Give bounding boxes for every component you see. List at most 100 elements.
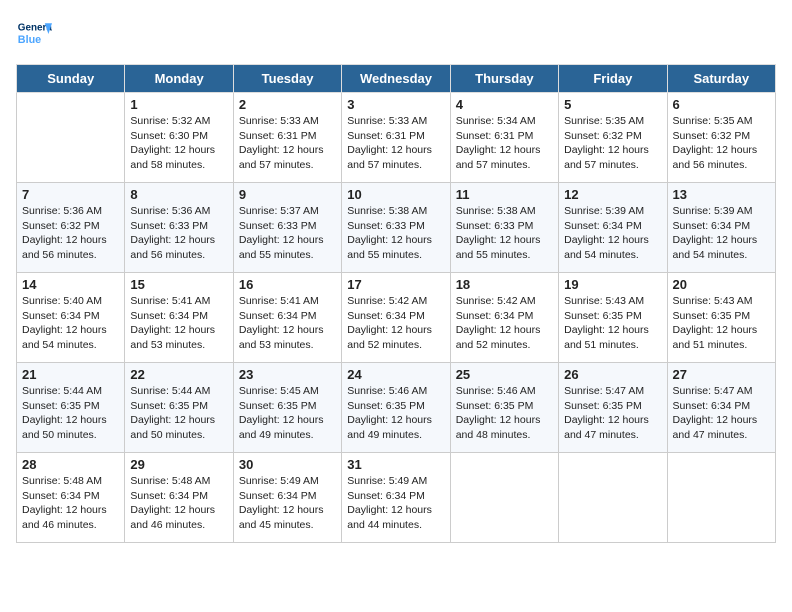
- day-number: 17: [347, 277, 444, 292]
- sunrise-text: Sunrise: 5:41 AM: [239, 294, 336, 309]
- daylight-text: Daylight: 12 hours and 45 minutes.: [239, 503, 336, 532]
- daylight-text: Daylight: 12 hours and 55 minutes.: [456, 233, 553, 262]
- calendar-cell: 23 Sunrise: 5:45 AM Sunset: 6:35 PM Dayl…: [233, 363, 341, 453]
- sunset-text: Sunset: 6:35 PM: [22, 399, 119, 414]
- calendar-cell: 28 Sunrise: 5:48 AM Sunset: 6:34 PM Dayl…: [17, 453, 125, 543]
- daylight-text: Daylight: 12 hours and 52 minutes.: [347, 323, 444, 352]
- sunrise-text: Sunrise: 5:36 AM: [22, 204, 119, 219]
- day-number: 21: [22, 367, 119, 382]
- week-row-1: 1 Sunrise: 5:32 AM Sunset: 6:30 PM Dayli…: [17, 93, 776, 183]
- day-number: 27: [673, 367, 770, 382]
- sunrise-text: Sunrise: 5:41 AM: [130, 294, 227, 309]
- sunset-text: Sunset: 6:34 PM: [456, 309, 553, 324]
- sunrise-text: Sunrise: 5:32 AM: [130, 114, 227, 129]
- calendar-cell: [667, 453, 775, 543]
- sunset-text: Sunset: 6:31 PM: [347, 129, 444, 144]
- calendar-cell: 24 Sunrise: 5:46 AM Sunset: 6:35 PM Dayl…: [342, 363, 450, 453]
- calendar-cell: 25 Sunrise: 5:46 AM Sunset: 6:35 PM Dayl…: [450, 363, 558, 453]
- sunrise-text: Sunrise: 5:46 AM: [347, 384, 444, 399]
- day-number: 12: [564, 187, 661, 202]
- sunrise-text: Sunrise: 5:49 AM: [347, 474, 444, 489]
- daylight-text: Daylight: 12 hours and 53 minutes.: [239, 323, 336, 352]
- daylight-text: Daylight: 12 hours and 57 minutes.: [347, 143, 444, 172]
- calendar-cell: 13 Sunrise: 5:39 AM Sunset: 6:34 PM Dayl…: [667, 183, 775, 273]
- calendar-cell: 22 Sunrise: 5:44 AM Sunset: 6:35 PM Dayl…: [125, 363, 233, 453]
- sunset-text: Sunset: 6:34 PM: [673, 399, 770, 414]
- daylight-text: Daylight: 12 hours and 48 minutes.: [456, 413, 553, 442]
- calendar-cell: 5 Sunrise: 5:35 AM Sunset: 6:32 PM Dayli…: [559, 93, 667, 183]
- calendar-cell: 30 Sunrise: 5:49 AM Sunset: 6:34 PM Dayl…: [233, 453, 341, 543]
- daylight-text: Daylight: 12 hours and 49 minutes.: [239, 413, 336, 442]
- daylight-text: Daylight: 12 hours and 47 minutes.: [564, 413, 661, 442]
- sunset-text: Sunset: 6:34 PM: [130, 489, 227, 504]
- daylight-text: Daylight: 12 hours and 56 minutes.: [130, 233, 227, 262]
- sunset-text: Sunset: 6:35 PM: [673, 309, 770, 324]
- sunrise-text: Sunrise: 5:44 AM: [22, 384, 119, 399]
- sunset-text: Sunset: 6:34 PM: [22, 309, 119, 324]
- sunset-text: Sunset: 6:34 PM: [22, 489, 119, 504]
- sunset-text: Sunset: 6:35 PM: [564, 399, 661, 414]
- daylight-text: Daylight: 12 hours and 47 minutes.: [673, 413, 770, 442]
- sunset-text: Sunset: 6:33 PM: [347, 219, 444, 234]
- day-number: 18: [456, 277, 553, 292]
- sunset-text: Sunset: 6:34 PM: [564, 219, 661, 234]
- calendar-table: SundayMondayTuesdayWednesdayThursdayFrid…: [16, 64, 776, 543]
- daylight-text: Daylight: 12 hours and 56 minutes.: [673, 143, 770, 172]
- calendar-cell: 1 Sunrise: 5:32 AM Sunset: 6:30 PM Dayli…: [125, 93, 233, 183]
- day-header-wednesday: Wednesday: [342, 65, 450, 93]
- sunset-text: Sunset: 6:34 PM: [673, 219, 770, 234]
- sunset-text: Sunset: 6:34 PM: [347, 489, 444, 504]
- sunset-text: Sunset: 6:33 PM: [239, 219, 336, 234]
- daylight-text: Daylight: 12 hours and 57 minutes.: [456, 143, 553, 172]
- sunrise-text: Sunrise: 5:33 AM: [347, 114, 444, 129]
- daylight-text: Daylight: 12 hours and 53 minutes.: [130, 323, 227, 352]
- sunset-text: Sunset: 6:34 PM: [130, 309, 227, 324]
- day-number: 30: [239, 457, 336, 472]
- sunrise-text: Sunrise: 5:48 AM: [130, 474, 227, 489]
- calendar-cell: 11 Sunrise: 5:38 AM Sunset: 6:33 PM Dayl…: [450, 183, 558, 273]
- week-row-2: 7 Sunrise: 5:36 AM Sunset: 6:32 PM Dayli…: [17, 183, 776, 273]
- daylight-text: Daylight: 12 hours and 44 minutes.: [347, 503, 444, 532]
- sunset-text: Sunset: 6:33 PM: [456, 219, 553, 234]
- day-header-tuesday: Tuesday: [233, 65, 341, 93]
- daylight-text: Daylight: 12 hours and 46 minutes.: [130, 503, 227, 532]
- calendar-cell: 6 Sunrise: 5:35 AM Sunset: 6:32 PM Dayli…: [667, 93, 775, 183]
- calendar-cell: 16 Sunrise: 5:41 AM Sunset: 6:34 PM Dayl…: [233, 273, 341, 363]
- sunrise-text: Sunrise: 5:48 AM: [22, 474, 119, 489]
- sunrise-text: Sunrise: 5:49 AM: [239, 474, 336, 489]
- calendar-cell: 26 Sunrise: 5:47 AM Sunset: 6:35 PM Dayl…: [559, 363, 667, 453]
- day-number: 28: [22, 457, 119, 472]
- day-header-friday: Friday: [559, 65, 667, 93]
- day-number: 7: [22, 187, 119, 202]
- day-number: 8: [130, 187, 227, 202]
- sunrise-text: Sunrise: 5:39 AM: [564, 204, 661, 219]
- sunrise-text: Sunrise: 5:45 AM: [239, 384, 336, 399]
- day-number: 24: [347, 367, 444, 382]
- day-number: 11: [456, 187, 553, 202]
- day-header-thursday: Thursday: [450, 65, 558, 93]
- calendar-cell: 29 Sunrise: 5:48 AM Sunset: 6:34 PM Dayl…: [125, 453, 233, 543]
- logo: General Blue: [16, 16, 52, 52]
- calendar-cell: 18 Sunrise: 5:42 AM Sunset: 6:34 PM Dayl…: [450, 273, 558, 363]
- day-header-sunday: Sunday: [17, 65, 125, 93]
- calendar-cell: 21 Sunrise: 5:44 AM Sunset: 6:35 PM Dayl…: [17, 363, 125, 453]
- page-header: General Blue: [16, 16, 776, 52]
- daylight-text: Daylight: 12 hours and 54 minutes.: [564, 233, 661, 262]
- sunrise-text: Sunrise: 5:36 AM: [130, 204, 227, 219]
- calendar-cell: 10 Sunrise: 5:38 AM Sunset: 6:33 PM Dayl…: [342, 183, 450, 273]
- sunset-text: Sunset: 6:35 PM: [456, 399, 553, 414]
- day-header-monday: Monday: [125, 65, 233, 93]
- calendar-cell: 2 Sunrise: 5:33 AM Sunset: 6:31 PM Dayli…: [233, 93, 341, 183]
- sunrise-text: Sunrise: 5:35 AM: [673, 114, 770, 129]
- sunset-text: Sunset: 6:31 PM: [456, 129, 553, 144]
- sunset-text: Sunset: 6:31 PM: [239, 129, 336, 144]
- daylight-text: Daylight: 12 hours and 50 minutes.: [130, 413, 227, 442]
- sunrise-text: Sunrise: 5:34 AM: [456, 114, 553, 129]
- day-number: 23: [239, 367, 336, 382]
- daylight-text: Daylight: 12 hours and 54 minutes.: [22, 323, 119, 352]
- daylight-text: Daylight: 12 hours and 46 minutes.: [22, 503, 119, 532]
- calendar-cell: 14 Sunrise: 5:40 AM Sunset: 6:34 PM Dayl…: [17, 273, 125, 363]
- calendar-cell: 9 Sunrise: 5:37 AM Sunset: 6:33 PM Dayli…: [233, 183, 341, 273]
- sunset-text: Sunset: 6:32 PM: [22, 219, 119, 234]
- sunrise-text: Sunrise: 5:47 AM: [564, 384, 661, 399]
